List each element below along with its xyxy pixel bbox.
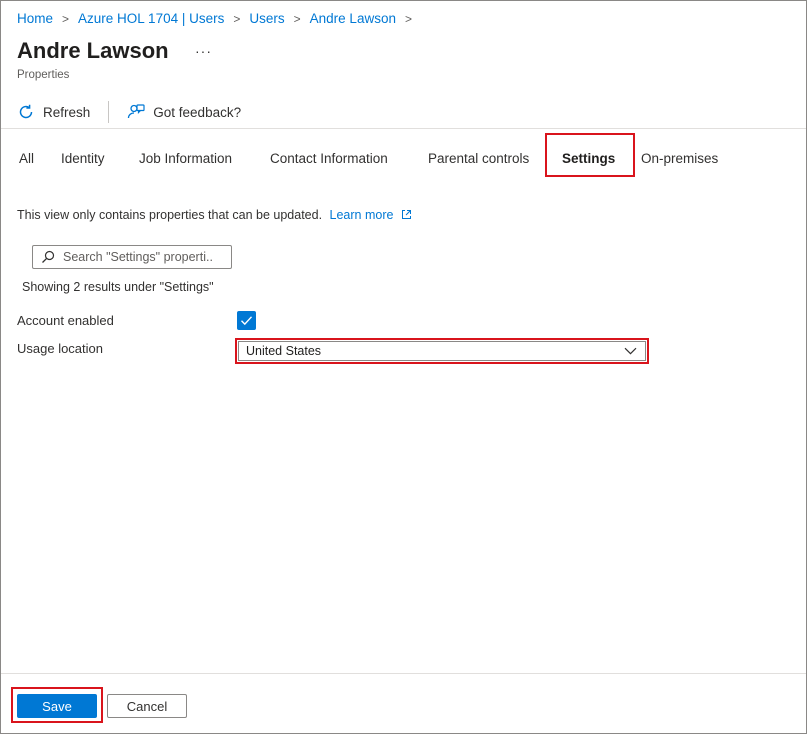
usage-location-value: United States bbox=[246, 344, 322, 358]
breadcrumb-azure-hol-users[interactable]: Azure HOL 1704 | Users bbox=[78, 11, 224, 26]
more-options-button[interactable]: ··· bbox=[195, 43, 212, 59]
tab-parental-controls[interactable]: Parental controls bbox=[428, 151, 529, 166]
feedback-icon bbox=[128, 104, 145, 119]
command-bar: Refresh Got feedback? bbox=[17, 99, 241, 125]
search-input[interactable] bbox=[63, 250, 213, 264]
tab-job-information[interactable]: Job Information bbox=[139, 151, 232, 166]
search-box[interactable] bbox=[32, 245, 232, 269]
feedback-label: Got feedback? bbox=[153, 104, 242, 120]
properties-page: Home > Azure HOL 1704 | Users > Users > … bbox=[0, 0, 807, 734]
refresh-label: Refresh bbox=[43, 104, 91, 120]
account-enabled-checkbox[interactable] bbox=[237, 311, 256, 330]
results-count: Showing 2 results under "Settings" bbox=[22, 280, 214, 294]
checkmark-icon bbox=[241, 316, 253, 326]
breadcrumb-home[interactable]: Home bbox=[17, 11, 53, 26]
external-link-icon bbox=[401, 210, 411, 219]
breadcrumb-separator-icon: > bbox=[404, 11, 412, 26]
refresh-button[interactable]: Refresh bbox=[17, 103, 90, 121]
save-button[interactable]: Save bbox=[17, 694, 97, 718]
toolbar-divider bbox=[108, 101, 110, 123]
breadcrumb: Home > Azure HOL 1704 | Users > Users > … bbox=[17, 11, 421, 26]
footer-divider bbox=[1, 673, 806, 674]
usage-location-label: Usage location bbox=[17, 341, 103, 356]
learn-more-label: Learn more bbox=[329, 208, 394, 222]
breadcrumb-separator-icon: > bbox=[62, 11, 70, 26]
breadcrumb-users[interactable]: Users bbox=[249, 11, 284, 26]
info-text: This view only contains properties that … bbox=[17, 208, 412, 222]
toolbar-divider-line bbox=[1, 128, 806, 129]
tab-all[interactable]: All bbox=[19, 151, 34, 166]
chevron-down-icon bbox=[624, 347, 637, 355]
usage-location-dropdown[interactable]: United States bbox=[238, 341, 646, 361]
account-enabled-label: Account enabled bbox=[17, 313, 114, 328]
info-message: This view only contains properties that … bbox=[17, 208, 323, 222]
tab-on-premises[interactable]: On-premises bbox=[641, 151, 718, 166]
feedback-button[interactable]: Got feedback? bbox=[127, 103, 241, 121]
tab-contact-information[interactable]: Contact Information bbox=[270, 151, 388, 166]
tab-identity[interactable]: Identity bbox=[61, 151, 105, 166]
page-subtitle: Properties bbox=[17, 69, 70, 81]
search-icon bbox=[42, 250, 55, 263]
breadcrumb-separator-icon: > bbox=[293, 11, 301, 26]
breadcrumb-separator-icon: > bbox=[233, 11, 241, 26]
learn-more-link[interactable]: Learn more bbox=[330, 208, 412, 222]
page-title: Andre Lawson bbox=[17, 38, 169, 63]
cancel-button[interactable]: Cancel bbox=[107, 694, 187, 718]
refresh-icon bbox=[19, 104, 33, 119]
breadcrumb-andre-lawson[interactable]: Andre Lawson bbox=[310, 11, 396, 26]
tab-settings[interactable]: Settings bbox=[562, 151, 615, 166]
